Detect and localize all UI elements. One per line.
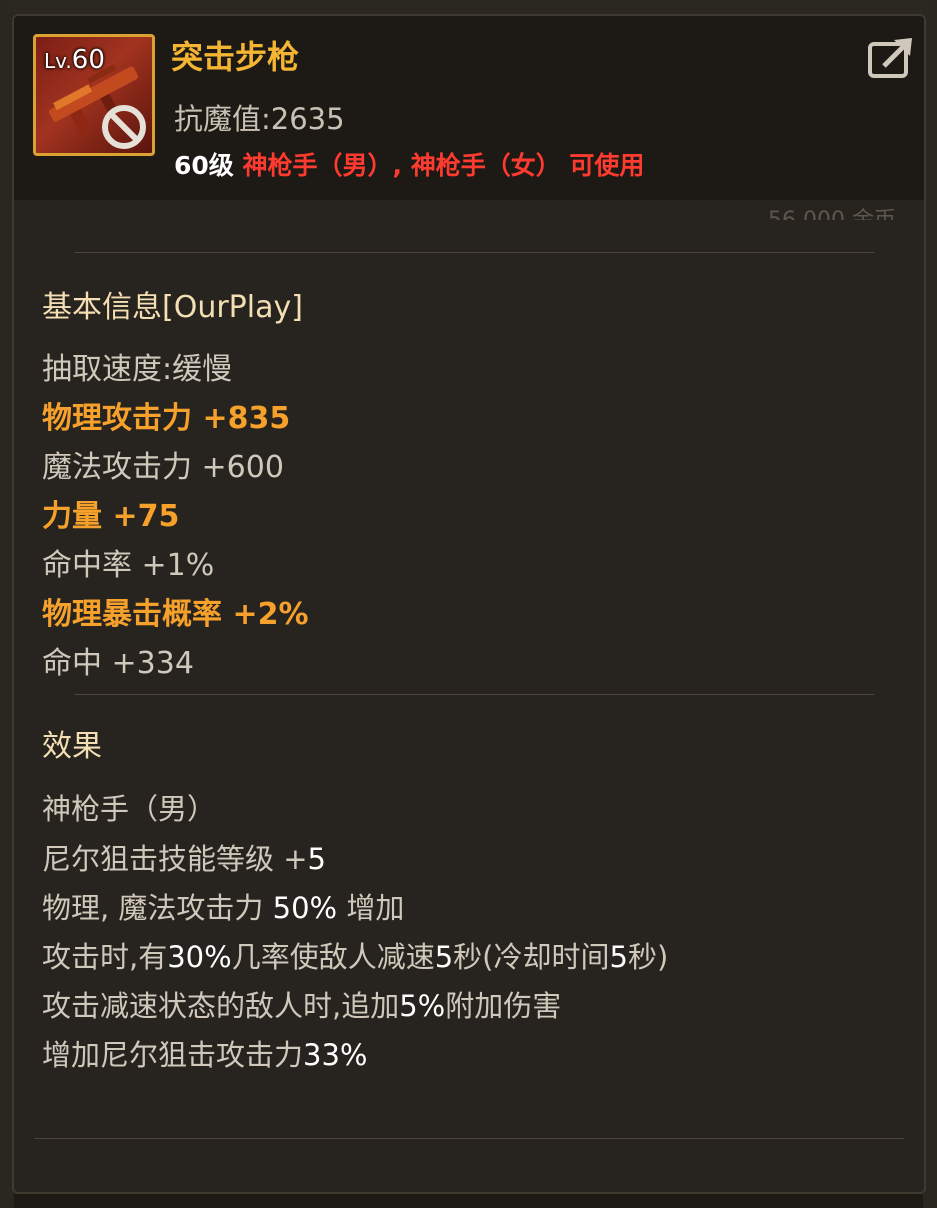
effect-text: 增加 — [337, 891, 405, 925]
required-classes: 神枪手（男）, 神枪手（女） 可使用 — [242, 151, 645, 180]
effect-line: 攻击时,有30%几率使敌人减速5秒(冷却时间5秒) — [42, 934, 668, 976]
effect-value: 5 — [434, 940, 454, 974]
basic-info-title: 基本信息[OurPlay] — [42, 290, 303, 325]
effect-value: 33% — [303, 1038, 368, 1072]
effect-line: 神枪手（男） — [42, 786, 216, 828]
background-strip — [0, 0, 937, 14]
level-value: 60 — [71, 45, 105, 75]
background-text: 56,000 金币 — [768, 202, 896, 220]
effect-line: 物理, 魔法攻击力 50% 增加 — [42, 885, 404, 927]
effect-value: 50% — [272, 891, 338, 925]
effect-line: 增加尼尔狙击攻击力33% — [42, 1032, 367, 1074]
effect-value: 5 — [609, 940, 628, 974]
item-icon-frame[interactable]: Lv.60 — [33, 34, 155, 156]
effect-text: 附加伤害 — [445, 989, 562, 1023]
stat-line: 命中率 +1% — [42, 548, 215, 583]
stat-line: 力量 +75 — [42, 499, 180, 534]
share-icon[interactable] — [866, 32, 918, 84]
effect-value: 5% — [399, 989, 446, 1023]
stat-line: 抽取速度:缓慢 — [42, 352, 233, 387]
effect-text: 物理, 魔法攻击力 — [42, 891, 273, 925]
item-level-badge: Lv.60 — [44, 45, 105, 75]
effect-line: 攻击减速状态的敌人时,追加5%附加伤害 — [42, 983, 561, 1025]
level-label: Lv. — [44, 49, 72, 73]
requirement: 60级 神枪手（男）, 神枪手（女） 可使用 — [174, 146, 644, 182]
required-level: 60级 — [174, 151, 234, 180]
tooltip-header: Lv.60 突击步枪 抗魔值:2635 60级 神枪手（男）, 神枪手（女） 可… — [14, 16, 924, 200]
resist-value: 抗魔值:2635 — [174, 102, 345, 136]
effects-title: 效果 — [42, 729, 102, 764]
stat-line: 命中 +334 — [42, 646, 194, 681]
divider — [74, 694, 874, 695]
effect-text: 攻击减速状态的敌人时,追加 — [42, 989, 400, 1023]
effect-value: 30% — [167, 940, 232, 974]
stat-line: 物理攻击力 +835 — [42, 401, 291, 436]
stat-line: 魔法攻击力 +600 — [42, 450, 284, 485]
divider — [74, 252, 874, 253]
effect-value: 5 — [307, 842, 326, 876]
effect-text: 秒(冷却时间 — [453, 940, 610, 974]
item-name: 突击步枪 — [171, 38, 300, 76]
effect-text: 增加尼尔狙击攻击力 — [42, 1038, 304, 1072]
stat-line: 物理暴击概率 +2% — [42, 597, 309, 632]
effect-text: 秒) — [627, 940, 669, 974]
effect-text: 尼尔狙击技能等级 + — [42, 842, 308, 876]
item-tooltip: Lv.60 突击步枪 抗魔值:2635 60级 神枪手（男）, 神枪手（女） 可… — [12, 14, 926, 1194]
effect-line: 尼尔狙击技能等级 +5 — [42, 836, 326, 878]
effect-text: 神枪手（男） — [42, 792, 217, 826]
divider — [34, 1138, 904, 1139]
effect-text: 几率使敌人减速 — [231, 940, 435, 974]
effect-text: 攻击时,有 — [42, 940, 168, 974]
